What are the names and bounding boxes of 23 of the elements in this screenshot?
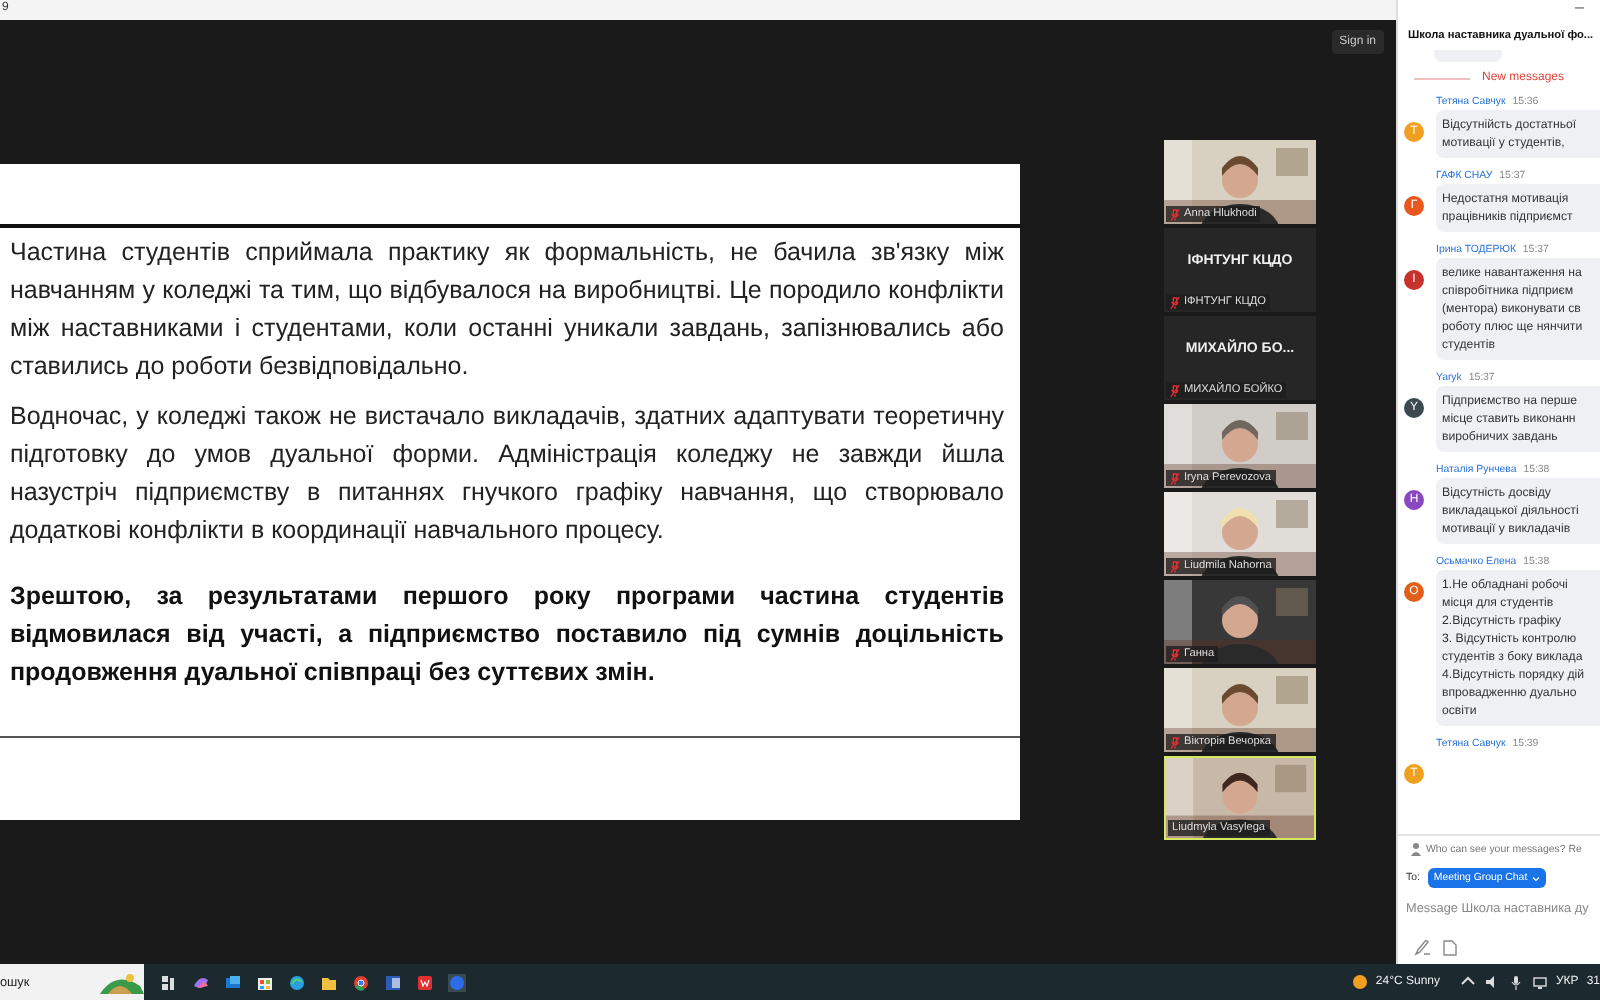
folder-icon[interactable]: [320, 973, 338, 991]
copilot-icon[interactable]: [192, 973, 210, 991]
file-icon[interactable]: [1442, 940, 1458, 956]
chrome-icon[interactable]: [352, 973, 370, 991]
speaker-icon[interactable]: [1484, 974, 1500, 990]
slide-paragraph: Зрештою, за результатами першого року програми частина студентів відмовилася від участі, а підприємство поставило під сумнів доцільність продовження дуальної співпраці без суттєвих змін.: [10, 580, 1004, 690]
document-app-icon[interactable]: [384, 973, 402, 991]
microphone-icon[interactable]: [1508, 974, 1524, 990]
format-icon[interactable]: [1414, 940, 1430, 956]
minimize-button[interactable]: –: [1575, 0, 1584, 16]
store-icon[interactable]: [256, 973, 274, 991]
office-app-icon[interactable]: [416, 973, 434, 991]
widgets-icon[interactable]: [160, 973, 178, 991]
chevron-up-icon[interactable]: [1460, 974, 1476, 990]
mail-icon[interactable]: [224, 973, 242, 991]
slide-paragraph: Водночас, у коледжі також не вистачало викладачів, здатних адаптувати теоретичну підготовку до умов дуальної форми. Адміністрація коледжу не завжди йшла назустріч підприємству в питаннях гнучкого графіку навчання, що створювало додаткові конфлікти в координації навчального процесу.: [10, 400, 1004, 548]
sun-icon: [1351, 974, 1368, 990]
slide-paragraph: Частина студентів сприймала практику як формальність, не бачила зв'язку між навчанням у коледжі та тим, що відбувалося на виробництві. Це породило конфлікти між наставниками і студентами, коли останні уникали завдань, запізнювались або ставились до роботи безвідповідально.: [10, 236, 1004, 384]
person-icon: [1410, 842, 1422, 856]
caret-icon: [1531, 875, 1540, 881]
browser-icon[interactable]: [288, 973, 306, 991]
landscape-icon: [100, 970, 144, 994]
video-app-icon[interactable]: [448, 973, 466, 991]
